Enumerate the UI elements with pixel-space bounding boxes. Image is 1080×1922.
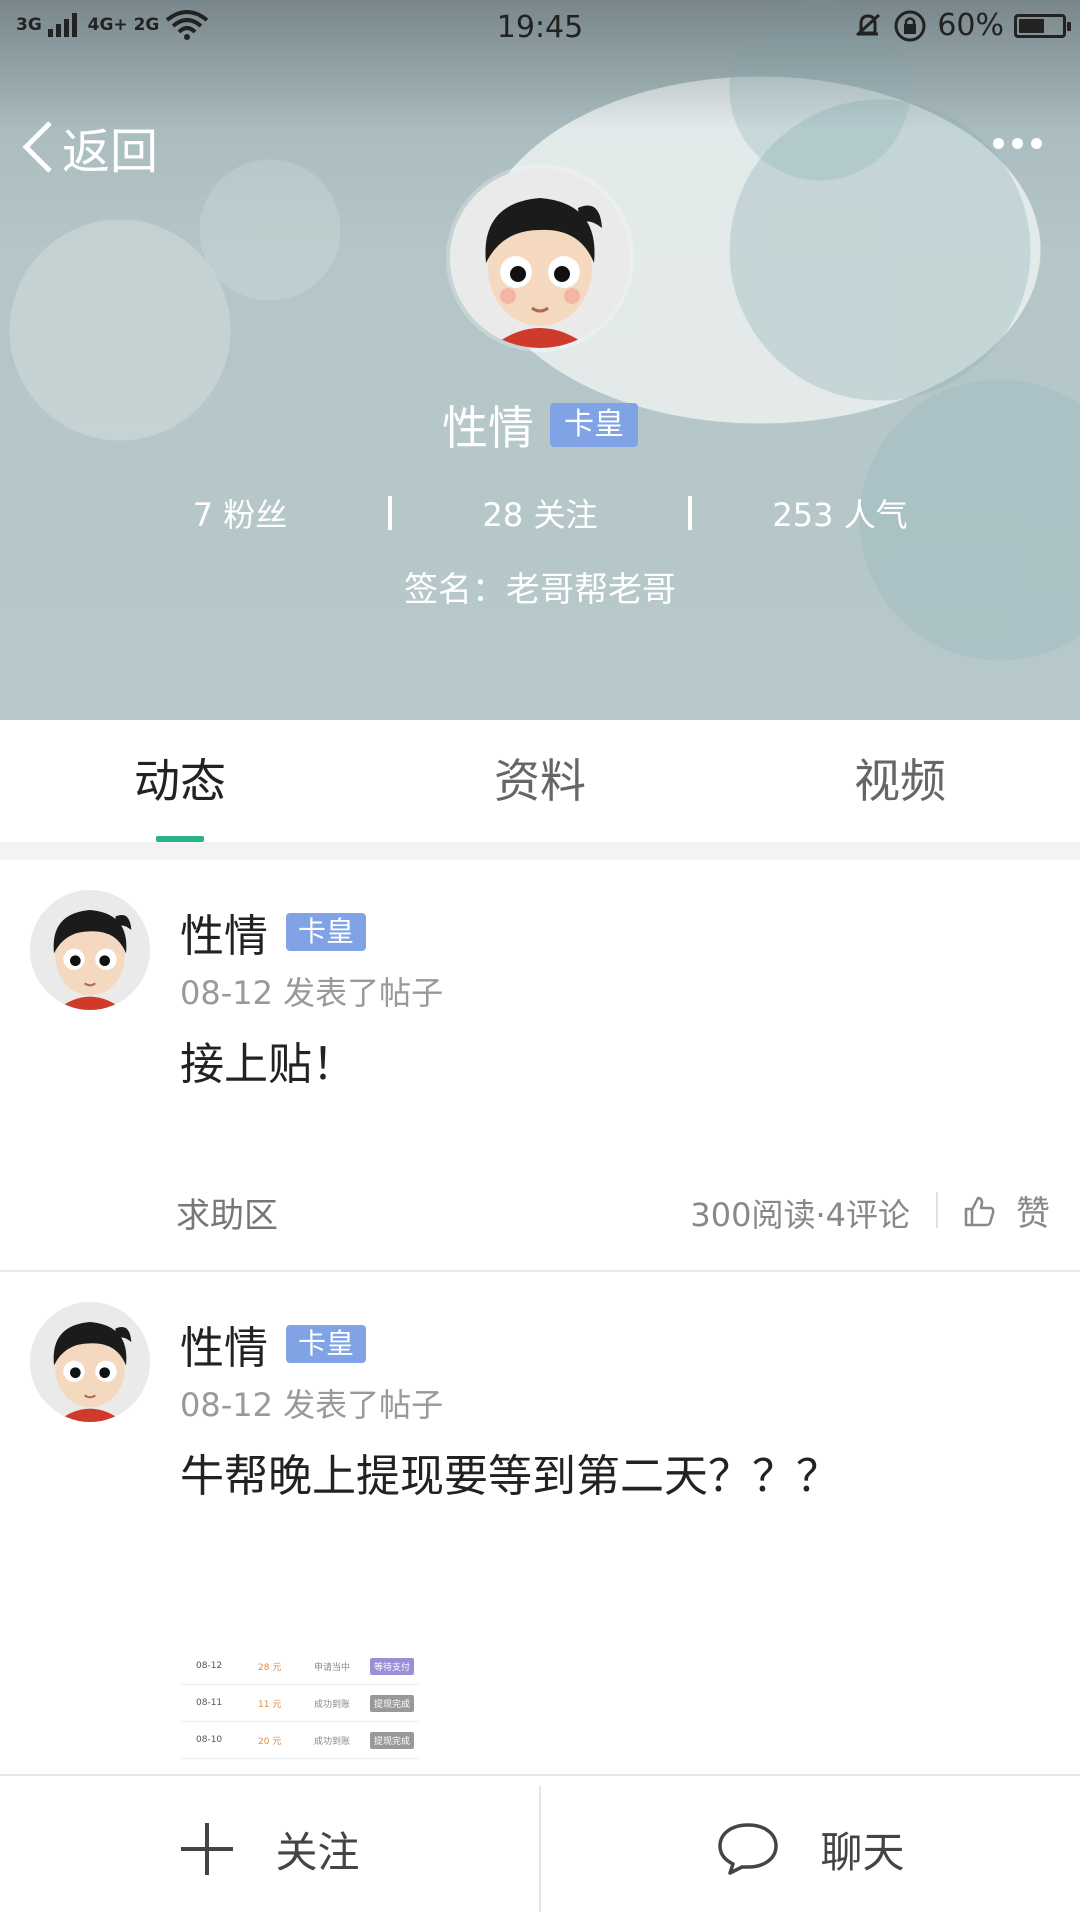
battery-fill bbox=[1019, 18, 1044, 33]
chevron-left-icon bbox=[22, 121, 52, 173]
thumb-amount: 20 元 bbox=[258, 1736, 282, 1747]
following-stat[interactable]: 28 关注 bbox=[440, 490, 640, 536]
stat-divider bbox=[688, 496, 692, 530]
avatar-cartoon-icon bbox=[450, 168, 630, 348]
like-button[interactable]: 赞 bbox=[962, 1186, 1050, 1235]
bottom-action-bar: 关注 聊天 bbox=[0, 1774, 1080, 1922]
followers-stat[interactable]: 7 粉丝 bbox=[140, 490, 340, 536]
profile-tabs: 动态 资料 视频 bbox=[0, 720, 1080, 844]
avatar[interactable] bbox=[450, 168, 630, 348]
tab-label: 资料 bbox=[494, 754, 586, 808]
chat-label: 聊天 bbox=[820, 1827, 905, 1877]
post-card[interactable]: 性情 卡皇 08-12 发表了帖子 接上贴！ 求助区 300阅读·4评论 赞 bbox=[0, 860, 1080, 1270]
thumbs-up-icon bbox=[964, 1196, 995, 1226]
thumb-status: 申请当中 bbox=[314, 1662, 351, 1673]
chat-bubble-icon bbox=[718, 1823, 779, 1875]
level-badge: 卡皇 bbox=[550, 403, 638, 447]
battery-icon bbox=[1014, 13, 1071, 38]
tab-videos[interactable]: 视频 bbox=[720, 720, 1080, 842]
forum-tag[interactable]: 求助区 bbox=[176, 1188, 278, 1237]
level-badge: 卡皇 bbox=[286, 913, 367, 951]
battery-percent: 60% bbox=[937, 8, 1004, 43]
mute-bell-icon bbox=[856, 13, 881, 36]
thumb-tag: 提现完成 bbox=[370, 1694, 415, 1712]
thumb-tag: 等待支付 bbox=[370, 1657, 415, 1675]
avatar-cartoon-icon bbox=[30, 890, 150, 1010]
status-right: 60% bbox=[853, 8, 1071, 43]
thumbnail-row: 08-11 11 元 成功到账 提现完成 bbox=[180, 1685, 420, 1722]
status-bar: 3G 4G+ 2G 19:45 60% bbox=[0, 0, 1080, 56]
signature: 签名：老哥帮老哥 bbox=[404, 570, 676, 610]
follow-label: 关注 bbox=[275, 1827, 360, 1877]
post-image-thumbnail[interactable]: 08-12 28 元 申请当中 等待支付 08-11 11 元 成功到账 提现完… bbox=[180, 1648, 420, 1768]
tab-label: 视频 bbox=[854, 754, 946, 808]
tab-label: 动态 bbox=[134, 754, 226, 808]
more-dots-icon[interactable] bbox=[993, 138, 1042, 149]
thumb-amount: 11 元 bbox=[258, 1699, 282, 1710]
section-gap bbox=[0, 842, 1080, 861]
post-avatar[interactable] bbox=[30, 1302, 150, 1422]
post-author-row: 性情 卡皇 bbox=[180, 900, 367, 964]
post-footer: 求助区 300阅读·4评论 赞 bbox=[0, 1178, 1080, 1238]
back-button[interactable]: 返回 bbox=[20, 112, 158, 182]
post-author-row: 性情 卡皇 bbox=[180, 1312, 367, 1376]
profile-cover bbox=[0, 0, 1080, 720]
post-meta: 08-12 发表了帖子 bbox=[180, 974, 444, 1012]
stat-divider bbox=[388, 496, 392, 530]
thumb-tag: 提现完成 bbox=[370, 1731, 415, 1749]
rotation-lock-icon bbox=[894, 10, 926, 41]
popularity-stat: 253 人气 bbox=[772, 496, 908, 534]
post-avatar[interactable] bbox=[30, 890, 150, 1010]
profile-stats: 7 粉丝 28 关注 253 人气 bbox=[0, 490, 1080, 536]
tab-activity[interactable]: 动态 bbox=[0, 720, 360, 842]
read-comment-count: 300阅读·4评论 bbox=[690, 1196, 910, 1234]
post-author-name[interactable]: 性情 bbox=[180, 900, 268, 964]
thumb-status: 成功到账 bbox=[314, 1736, 351, 1747]
profile-name: 性情 bbox=[442, 401, 534, 455]
post-content[interactable]: 牛帮晚上提现要等到第二天？？？ bbox=[180, 1440, 840, 1504]
tab-profile-info[interactable]: 资料 bbox=[360, 720, 720, 842]
post-author-name[interactable]: 性情 bbox=[180, 1312, 268, 1376]
plus-icon bbox=[181, 1823, 234, 1875]
post-meta: 08-12 发表了帖子 bbox=[180, 1386, 444, 1424]
profile-name-row: 性情 卡皇 bbox=[0, 392, 1080, 458]
footer-divider bbox=[936, 1192, 938, 1228]
back-label: 返回 bbox=[62, 124, 159, 180]
thumb-status: 成功到账 bbox=[314, 1699, 351, 1710]
level-badge: 卡皇 bbox=[286, 1325, 367, 1363]
chat-button[interactable]: 聊天 bbox=[541, 1776, 1080, 1922]
post-card[interactable]: 性情 卡皇 08-12 发表了帖子 牛帮晚上提现要等到第二天？？？ bbox=[0, 1272, 1080, 1772]
thumbnail-row: 08-10 20 元 成功到账 提现完成 bbox=[180, 1722, 420, 1759]
avatar-cartoon-icon bbox=[30, 1302, 150, 1422]
like-label: 赞 bbox=[1016, 1194, 1050, 1234]
thumbnail-row: 08-12 28 元 申请当中 等待支付 bbox=[180, 1648, 420, 1685]
post-content[interactable]: 接上贴！ bbox=[180, 1028, 356, 1092]
thumb-date: 08-10 bbox=[196, 1735, 223, 1745]
thumb-date: 08-11 bbox=[196, 1698, 223, 1708]
follow-button[interactable]: 关注 bbox=[0, 1776, 539, 1922]
thumb-date: 08-12 bbox=[196, 1661, 223, 1671]
thumb-amount: 28 元 bbox=[258, 1662, 282, 1673]
